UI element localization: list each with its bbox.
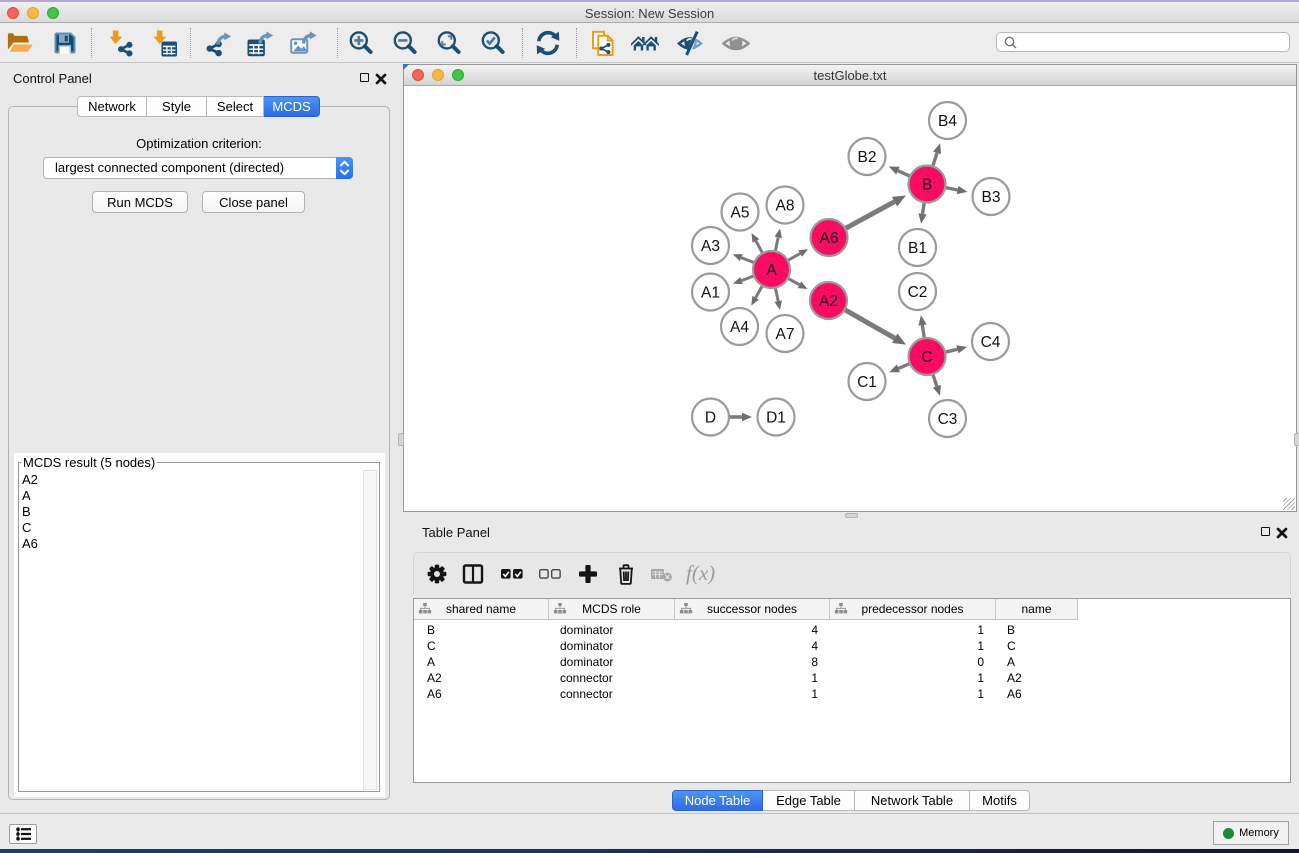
svg-text:A4: A4 xyxy=(730,319,749,336)
svg-text:A5: A5 xyxy=(731,205,750,222)
svg-text:B4: B4 xyxy=(938,113,957,130)
svg-text:A8: A8 xyxy=(776,198,795,215)
svg-text:C1: C1 xyxy=(857,374,877,391)
svg-text:B3: B3 xyxy=(982,189,1001,206)
svg-text:D: D xyxy=(705,410,716,427)
svg-text:A: A xyxy=(766,262,777,279)
svg-text:C3: C3 xyxy=(938,411,958,428)
svg-text:A6: A6 xyxy=(820,230,839,247)
svg-text:A3: A3 xyxy=(701,238,720,255)
svg-text:B: B xyxy=(922,177,932,194)
svg-text:A2: A2 xyxy=(819,293,838,310)
svg-text:A7: A7 xyxy=(776,326,795,343)
svg-text:C4: C4 xyxy=(981,334,1001,351)
svg-text:A1: A1 xyxy=(701,285,720,302)
svg-text:B2: B2 xyxy=(858,149,877,166)
svg-text:B1: B1 xyxy=(908,240,927,257)
svg-text:C: C xyxy=(921,349,932,366)
svg-text:D1: D1 xyxy=(766,410,786,427)
svg-text:C2: C2 xyxy=(908,284,928,301)
